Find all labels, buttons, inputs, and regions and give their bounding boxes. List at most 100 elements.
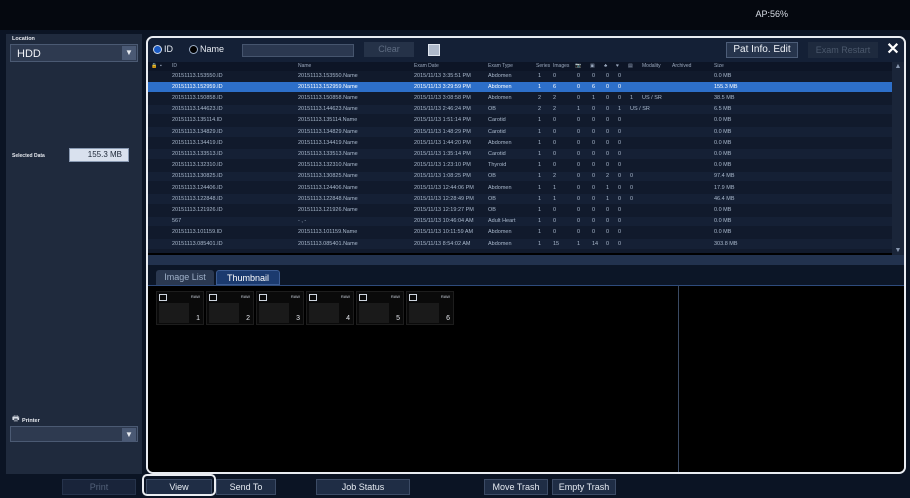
thumbnail-number: 3 [296,315,300,322]
thumbnail[interactable]: RAW 4 [306,291,354,325]
header-exam-type[interactable]: Exam Type [488,63,513,69]
clear-button[interactable]: Clear [364,42,414,57]
location-select[interactable]: HDD ▼ [10,44,138,62]
table-cell: 6 [553,83,557,90]
table-row[interactable]: 20151113.130825.ID 20151113.130825.Name 20… [148,171,892,182]
table-cell: OB [488,195,496,202]
table-row[interactable]: 20151113.121926.ID 20151113.121926.Name 20… [148,205,892,215]
table-cell: - , - [298,218,307,225]
table-row[interactable]: 20151113.101159.ID 20151113.101159.Name 20… [148,228,892,238]
table-cell: 0 [592,128,596,135]
table-cell: 1 [538,139,542,146]
tab-thumbnail[interactable]: Thumbnail [216,270,280,285]
table-row[interactable]: 20151113.133513.ID 20151113.133513.Name 20… [148,149,892,159]
table-cell: 0 [577,94,581,101]
table-cell: 2 [538,94,542,101]
table-row[interactable]: 20151113.153550.ID 20151113.153550.Name 20… [148,71,892,81]
table-cell: 20151113.134419.ID [172,139,223,146]
table-cell: 0.0 MB [714,72,732,79]
pat-info-edit-button[interactable]: Pat Info. Edit [726,42,798,58]
table-row[interactable]: 20151113.150858.ID 20151113.150858.Name 20… [148,93,892,103]
thumbnail-number: 6 [446,315,450,322]
table-row[interactable]: 20151113.132310.ID 20151113.132310.Name 20… [148,161,892,171]
raw-label: RAW [390,294,400,299]
table-cell: 1 [538,117,542,124]
close-icon[interactable]: ✕ [884,41,902,59]
chevron-down-icon[interactable]: ▼ [122,428,136,442]
doc-icon: ▤ [628,63,633,69]
image-icon [159,294,167,301]
table-cell: 303.8 MB [714,240,738,247]
thumbnail[interactable]: RAW 5 [356,291,404,325]
header-modality[interactable]: Modality [642,63,661,69]
table-cell: 0 [592,117,596,124]
table-row[interactable]: 20151113.152959.ID 20151113.152959.Name 20… [148,82,892,92]
table-cell: 0 [553,139,557,146]
printer-select[interactable]: ▼ [10,426,138,442]
table-cell: 0 [606,150,610,157]
header-exam-date[interactable]: Exam Date [414,63,439,69]
table-cell: 0 [618,229,622,236]
table-cell: 0 [618,162,622,169]
table-row[interactable]: 20151113.124406.ID 20151113.124406.Name 20… [148,183,892,193]
table-row[interactable]: 20151113.135114.ID 20151113.135114.Name 20… [148,116,892,126]
panel-divider[interactable] [148,255,904,265]
table-cell: 20151113.132310.ID [172,162,223,169]
radio-name[interactable]: Name [190,44,224,54]
table-cell: 2015/11/13 10:11:59 AM [414,229,474,236]
job-status-button[interactable]: Job Status [316,479,410,495]
empty-trash-button[interactable]: Empty Trash [552,479,616,495]
table-cell: 0 [553,229,557,236]
print-button[interactable]: Print [62,479,136,495]
tab-image-list[interactable]: Image List [156,270,214,285]
table-row[interactable]: 20151113.144623.ID 20151113.144623.Name 20… [148,104,892,115]
table-cell: 2015/11/13 8:54:02 AM [414,240,471,247]
table-cell: 2015/11/13 12:19:27 PM [414,206,474,213]
table-cell: 2015/11/13 10:46:04 AM [414,218,474,225]
table-cell: 20151113.130825.ID [172,173,223,180]
header-images[interactable]: Images [553,63,569,69]
top-bar: AP:56% [0,0,910,30]
table-cell: 20151113.144623.ID [172,106,223,113]
header-archived[interactable]: Archived [672,63,691,69]
table-row[interactable]: 20151113.085401.ID 20151113.085401.Name 20… [148,239,892,249]
table-row[interactable]: 567 - , - 2015/11/13 10:46:04 AM Adult Hear… [148,216,892,227]
send-to-button[interactable]: Send To [216,479,276,495]
table-row[interactable]: 20151113.134419.ID 20151113.134419.Name 20… [148,138,892,148]
search-input[interactable] [242,44,354,57]
exam-restart-button[interactable]: Exam Restart [808,42,878,58]
table-row[interactable]: 20151113.122848.ID 20151113.122848.Name 20… [148,194,892,204]
table-cell: 0 [577,206,581,213]
radio-id[interactable]: ID [154,44,173,54]
thumbnail[interactable]: RAW 3 [256,291,304,325]
table-cell: 2015/11/13 12:28:49 PM [414,195,474,202]
table-cell: 0 [618,218,622,225]
preview-area [678,285,904,472]
table-cell: 0 [577,150,581,157]
table-cell: 0 [606,229,610,236]
header-series[interactable]: Series [536,63,550,69]
table-cell: 0 [606,240,610,247]
header-name[interactable]: Name [298,63,311,69]
header-size[interactable]: Size [714,63,724,69]
table-cell: 20151113.122848.Name [298,195,358,202]
table-row[interactable]: 20151113.134829.ID 20151113.134829.Name 20… [148,127,892,137]
table-cell: 0 [618,139,622,146]
table-cell: 0 [618,206,622,213]
header-id[interactable]: ID [172,63,177,69]
thumbnail[interactable]: RAW 6 [406,291,454,325]
table-cell: 20151113.134829.ID [172,128,223,135]
keyboard-icon[interactable] [428,44,440,56]
table-cell: 0 [618,94,622,101]
move-trash-button[interactable]: Move Trash [484,479,548,495]
table-cell: 0 [618,184,622,191]
table-cell: 0 [618,83,622,90]
chevron-down-icon[interactable]: ▼ [122,46,136,60]
table-cell: 0 [577,162,581,169]
chevron-up-icon[interactable]: ▲ [892,62,904,72]
table-scrollbar[interactable]: ▲ ▼ [892,62,904,256]
table-cell: 0.0 MB [714,218,732,225]
table-cell: 0 [606,117,610,124]
thumbnail[interactable]: RAW 1 [156,291,204,325]
thumbnail[interactable]: RAW 2 [206,291,254,325]
